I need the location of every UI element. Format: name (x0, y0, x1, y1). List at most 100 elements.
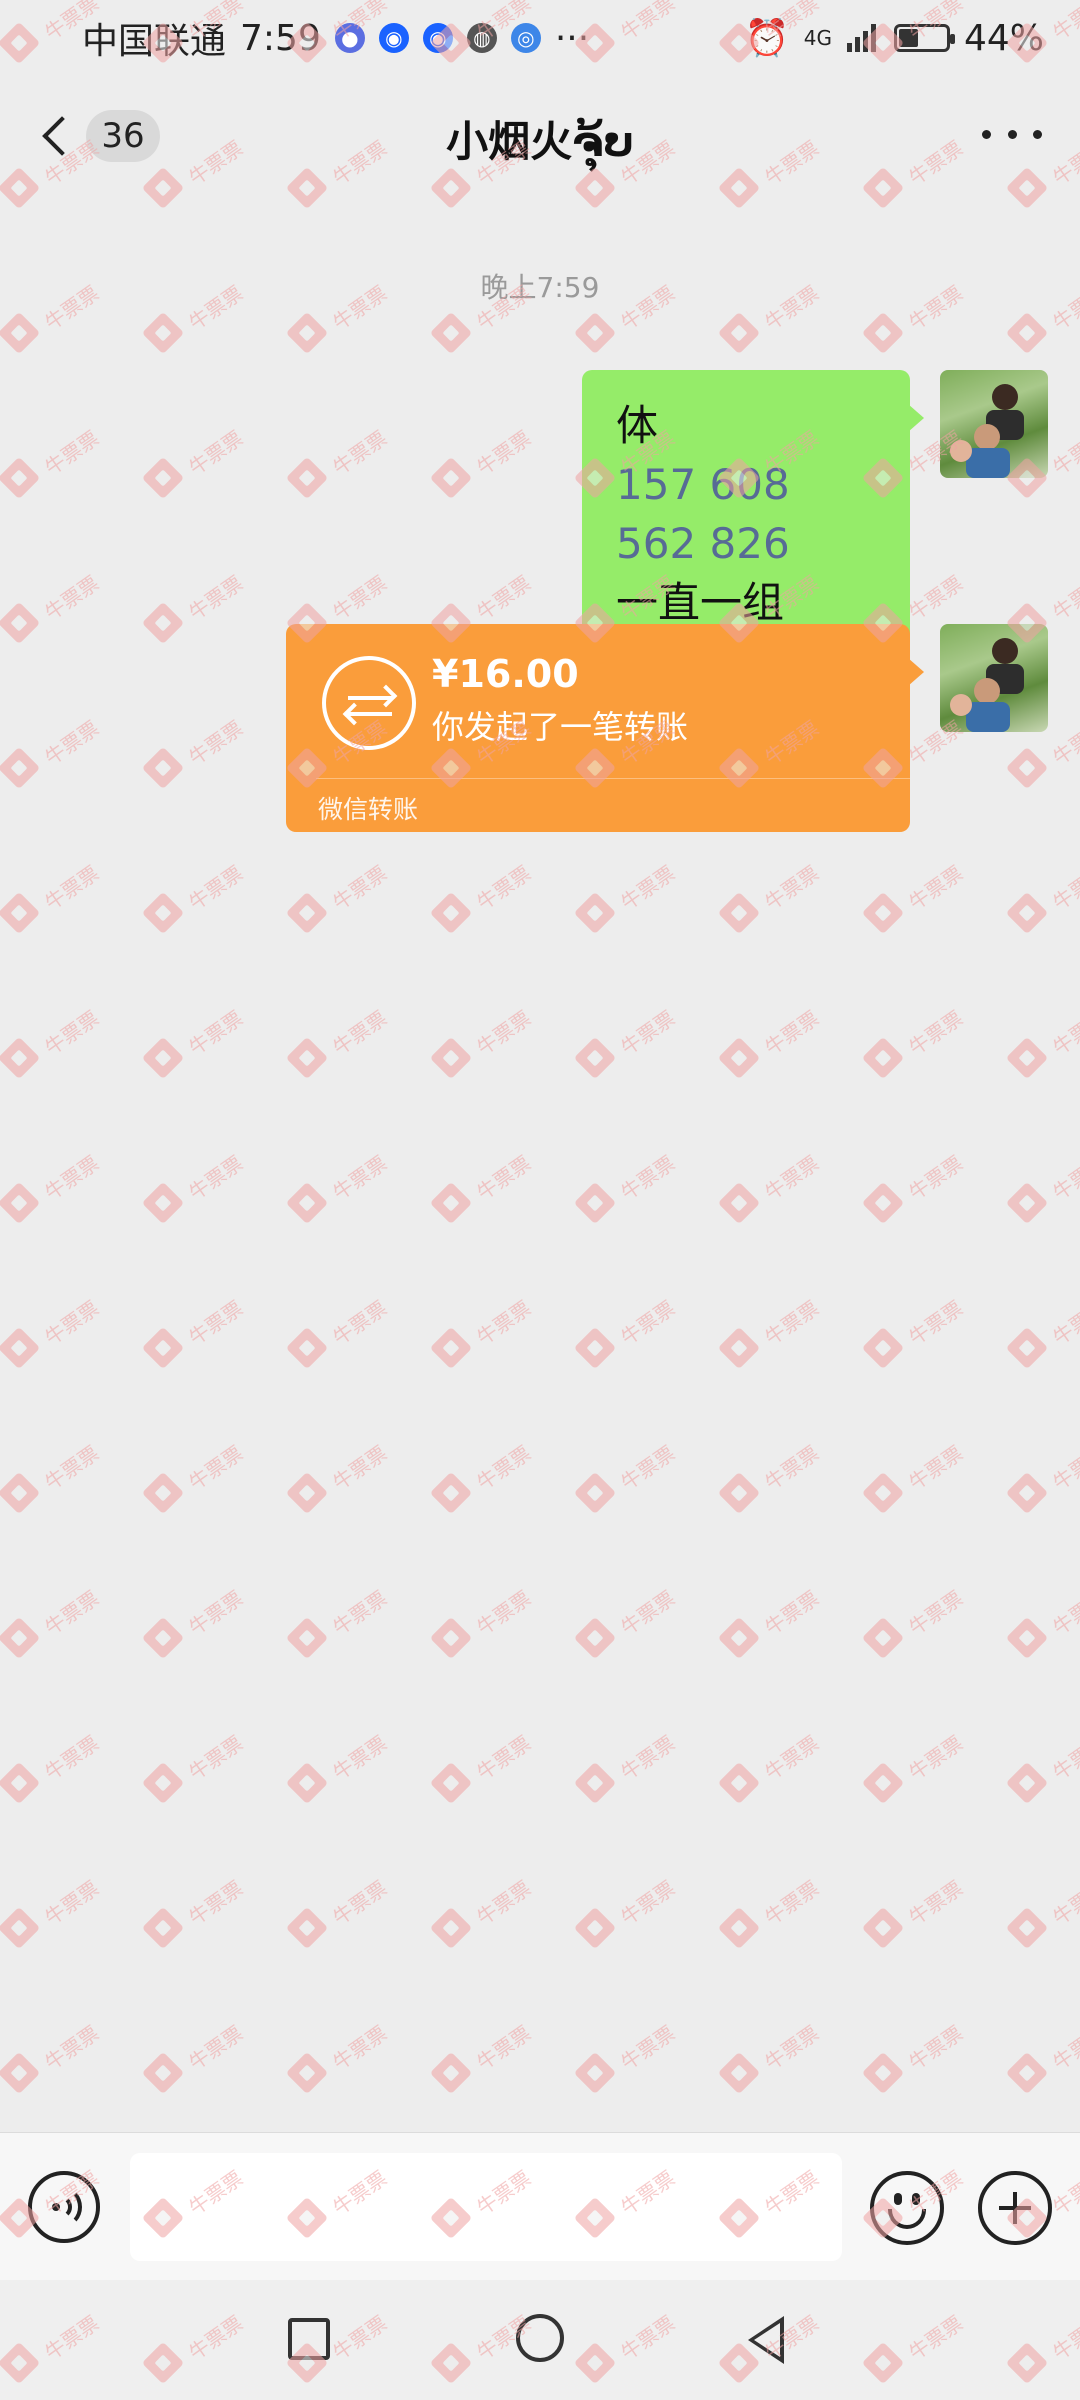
voice-icon[interactable] (28, 2171, 100, 2243)
avatar-figure (992, 384, 1018, 410)
watermark-mark: 牛票票 (861, 861, 988, 944)
watermark-mark: 牛票票 (1005, 1296, 1080, 1379)
chevron-left-icon (42, 116, 82, 156)
watermark-text: 牛票票 (616, 1150, 680, 1205)
watermark-text: 牛票票 (472, 1295, 536, 1350)
my-avatar[interactable] (940, 370, 1048, 478)
watermark-mark: 牛票票 (717, 1006, 844, 1089)
watermark-logo (141, 891, 185, 935)
watermark-mark: 牛票票 (0, 1006, 124, 1089)
watermark-mark: 牛票票 (141, 571, 268, 654)
watermark-text: 牛票票 (760, 1005, 824, 1060)
watermark-logo (717, 891, 761, 935)
phone-number-link[interactable]: 157 608 562 826 (616, 455, 880, 573)
watermark-logo (0, 746, 41, 790)
watermark-logo (861, 1761, 905, 1805)
back-triangle-icon[interactable] (748, 2316, 784, 2364)
watermark-logo (861, 1906, 905, 1950)
watermark-mark: 牛票票 (1005, 281, 1080, 364)
watermark-text: 牛票票 (1048, 1150, 1080, 1205)
avatar-figure (974, 678, 1000, 704)
avatar-figure (974, 424, 1000, 450)
watermark-mark: 牛票票 (717, 1151, 844, 1234)
watermark-mark: 牛票票 (141, 281, 268, 364)
watermark-logo (0, 1326, 41, 1370)
watermark-mark: 牛票票 (1005, 716, 1080, 799)
watermark-logo (573, 2051, 617, 2095)
watermark-text: 牛票票 (472, 1150, 536, 1205)
watermark-text: 牛票票 (184, 1150, 248, 1205)
watermark-logo (1005, 2051, 1049, 2095)
more-dot (1033, 129, 1042, 139)
watermark-mark: 牛票票 (861, 1731, 988, 1814)
watermark-logo (717, 1906, 761, 1950)
wechat-icon: ◍ (466, 23, 497, 53)
watermark-text: 牛票票 (1048, 715, 1080, 770)
alarm-icon: ⏰ (744, 18, 790, 59)
arrow-right (348, 696, 392, 700)
home-icon[interactable] (516, 2314, 564, 2362)
watermark-text: 牛票票 (1048, 860, 1080, 915)
back-button[interactable]: 36 (38, 110, 160, 162)
watermark-text: 牛票票 (184, 715, 248, 770)
watermark-text: 牛票票 (184, 1440, 248, 1495)
watermark-mark: 牛票票 (429, 1586, 556, 1669)
watermark-mark: 牛票票 (141, 1876, 268, 1959)
watermark-logo (141, 1036, 185, 1080)
watermark-mark: 牛票票 (1005, 1151, 1080, 1234)
my-avatar[interactable] (940, 624, 1048, 732)
watermark-text: 牛票票 (1048, 425, 1080, 480)
smile-icon[interactable] (870, 2171, 944, 2245)
watermark-logo (717, 1181, 761, 1225)
watermark-logo (573, 1036, 617, 1080)
watermark-text: 牛票票 (760, 1730, 824, 1785)
watermark-text: 牛票票 (904, 1150, 968, 1205)
watermark-mark: 牛票票 (285, 861, 412, 944)
watermark-logo (1005, 311, 1049, 355)
watermark-logo (429, 1471, 473, 1515)
watermark-mark: 牛票票 (717, 1731, 844, 1814)
watermark-logo (285, 1181, 329, 1225)
watermark-text: 牛票票 (904, 1875, 968, 1930)
watermark-text: 牛票票 (328, 1875, 392, 1930)
watermark-logo (573, 1471, 617, 1515)
watermark-logo (0, 1761, 41, 1805)
sent-text-message[interactable]: 体 157 608 562 826 一直一组 (582, 370, 924, 654)
watermark-mark: 牛票票 (285, 1586, 412, 1669)
watermark-logo (0, 1036, 41, 1080)
watermark-text: 牛票票 (472, 1875, 536, 1930)
watermark-mark: 牛票票 (573, 861, 700, 944)
watermark-mark: 牛票票 (429, 1441, 556, 1524)
watermark-logo (141, 456, 185, 500)
watermark-text: 牛票票 (40, 425, 104, 480)
watermark-logo (717, 1471, 761, 1515)
watermark-text: 牛票票 (184, 1005, 248, 1060)
watermark-logo (573, 1616, 617, 1660)
watermark-mark: 牛票票 (861, 2021, 988, 2104)
watermark-text: 牛票票 (328, 1005, 392, 1060)
watermark-mark: 牛票票 (573, 1731, 700, 1814)
watermark-text: 牛票票 (40, 1150, 104, 1205)
baidu-icon: ● (334, 23, 365, 53)
watermark-logo (285, 456, 329, 500)
watermark-mark: 牛票票 (0, 1296, 124, 1379)
chat-title[interactable]: 小烟火ຈຸ້ບ (446, 108, 634, 169)
recents-icon[interactable] (288, 2318, 330, 2360)
watermark-logo (573, 1181, 617, 1225)
watermark-text: 牛票票 (904, 1440, 968, 1495)
watermark-mark: 牛票票 (141, 716, 268, 799)
more-button[interactable] (982, 114, 1042, 154)
transfer-message-card[interactable]: ¥16.00 你发起了一笔转账 微信转账 (286, 624, 924, 832)
watermark-text: 牛票票 (40, 715, 104, 770)
watermark-mark: 牛票票 (573, 1296, 700, 1379)
watermark-logo (141, 1471, 185, 1515)
watermark-mark: 牛票票 (861, 1006, 988, 1089)
watermark-logo (1005, 1181, 1049, 1225)
message-input[interactable] (130, 2153, 842, 2261)
watermark-text: 牛票票 (1048, 570, 1080, 625)
watermark-mark: 牛票票 (0, 1586, 124, 1669)
plus-circle-icon[interactable] (978, 2171, 1052, 2245)
watermark-logo (429, 891, 473, 935)
watermark-mark: 牛票票 (141, 426, 268, 509)
watermark-text: 牛票票 (40, 1440, 104, 1495)
